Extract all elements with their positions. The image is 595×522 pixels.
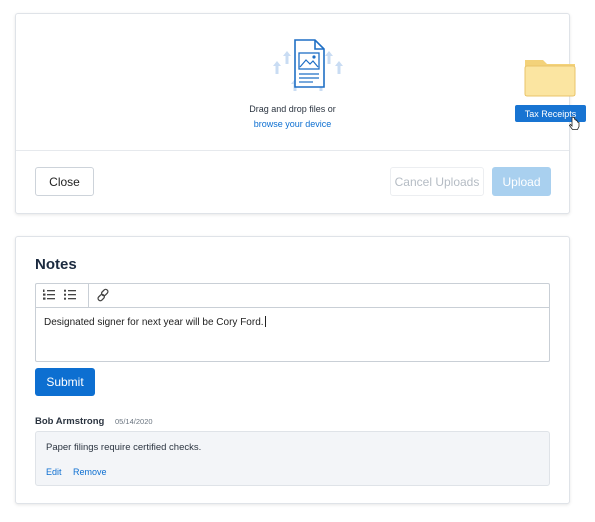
drag-preview: Tax Receipts xyxy=(515,52,590,130)
remove-comment-link[interactable]: Remove xyxy=(73,467,107,477)
comment-item: Paper filings require certified checks. … xyxy=(35,431,550,486)
folder-icon xyxy=(524,60,576,97)
drop-instructions: Drag and drop files or xyxy=(249,104,336,114)
close-button[interactable]: Close xyxy=(35,167,94,196)
editor-text: Designated signer for next year will be … xyxy=(44,317,264,328)
upload-button[interactable]: Upload xyxy=(492,167,551,196)
ordered-list-icon[interactable] xyxy=(42,288,56,302)
comment-text: Paper filings require certified checks. xyxy=(46,442,202,453)
upload-panel: Drag and drop files or browse your devic… xyxy=(15,13,570,214)
edit-comment-link[interactable]: Edit xyxy=(46,467,62,477)
comment-author: Bob Armstrong xyxy=(35,416,105,427)
notes-panel: Notes Designated signer for next year wi… xyxy=(15,236,570,504)
text-caret xyxy=(264,316,266,327)
toolbar-separator xyxy=(88,284,89,308)
browse-device-link[interactable]: browse your device xyxy=(16,119,569,129)
comment-date: 05/14/2020 xyxy=(115,417,153,426)
bullet-list-icon[interactable] xyxy=(63,288,77,302)
editor-content[interactable]: Designated signer for next year will be … xyxy=(44,316,266,328)
submit-button[interactable]: Submit xyxy=(35,368,95,396)
notes-title: Notes xyxy=(35,256,77,273)
cancel-uploads-button[interactable]: Cancel Uploads xyxy=(390,167,484,196)
notes-editor[interactable]: Designated signer for next year will be … xyxy=(35,283,550,362)
upload-footer: Close Cancel Uploads Upload xyxy=(16,150,569,213)
file-upload-icon xyxy=(273,39,343,91)
link-icon[interactable] xyxy=(96,288,110,302)
editor-toolbar xyxy=(36,284,549,308)
dropzone[interactable]: Drag and drop files or browse your devic… xyxy=(16,14,569,150)
pointer-cursor-icon xyxy=(569,116,580,130)
